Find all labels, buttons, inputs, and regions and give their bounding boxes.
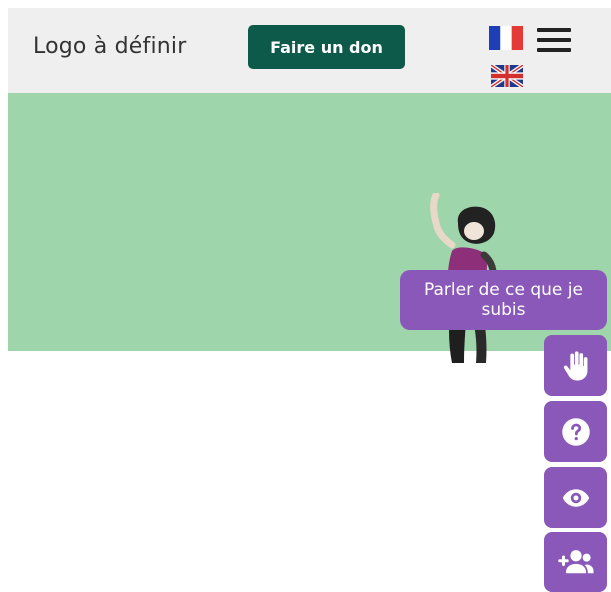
- side-action-view[interactable]: [544, 467, 607, 528]
- side-action-add-contact[interactable]: [544, 532, 607, 592]
- flag-france-icon[interactable]: [489, 26, 523, 50]
- add-user-icon: [557, 550, 593, 574]
- side-action-help[interactable]: [544, 401, 607, 462]
- flag-uk-icon[interactable]: [491, 65, 523, 87]
- site-logo-text[interactable]: Logo à définir: [33, 34, 186, 59]
- talk-about-it-button[interactable]: Parler de ce que je subis: [400, 270, 607, 330]
- question-icon: [561, 417, 590, 446]
- donate-button[interactable]: Faire un don: [248, 25, 405, 69]
- raised-hand-icon: [563, 350, 587, 380]
- hamburger-menu-icon[interactable]: [537, 28, 571, 52]
- eye-icon: [562, 488, 589, 507]
- side-action-raised-hand[interactable]: [544, 335, 607, 396]
